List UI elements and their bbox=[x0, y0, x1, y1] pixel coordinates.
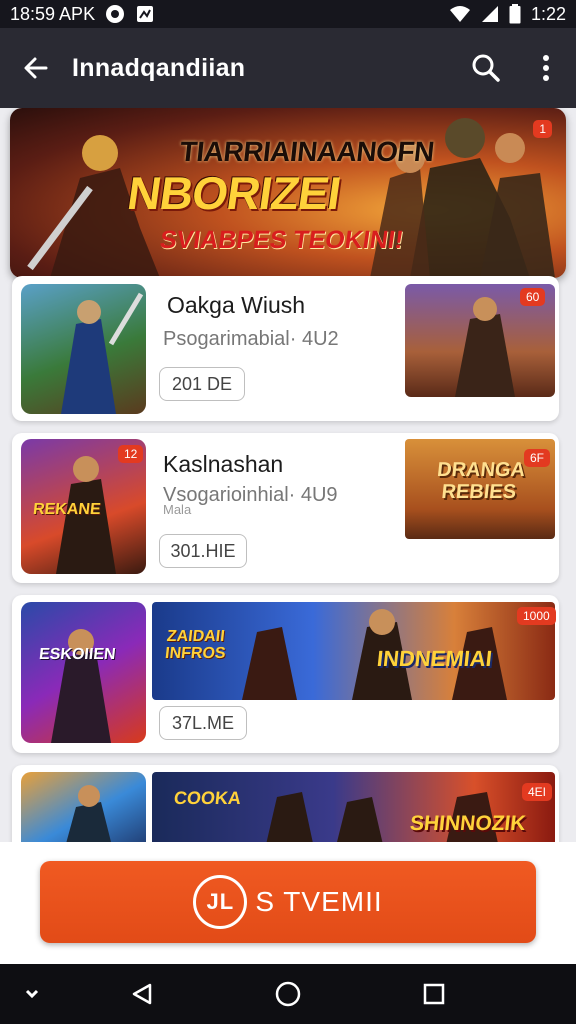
game-thumbnail: ESKOIIEN bbox=[21, 602, 146, 743]
banner-badge: 1 bbox=[533, 120, 552, 138]
nav-hide-keyboard-button[interactable] bbox=[0, 964, 64, 1024]
primary-cta-button[interactable]: JL S TVEMII bbox=[40, 861, 536, 943]
content-list[interactable]: TIARRIAINAANOFN NBORIZEI SVIABPES TEOKIN… bbox=[0, 108, 576, 842]
status-time-right: 1:22 bbox=[530, 3, 566, 24]
banner-title-line2: NBORIZEI bbox=[124, 167, 344, 219]
promo-badge: 1000 bbox=[517, 607, 556, 625]
app-bar: Innadqandiian bbox=[0, 28, 576, 108]
nav-home-button[interactable] bbox=[266, 964, 310, 1024]
game-action-button[interactable]: 301.HIE bbox=[159, 534, 247, 568]
game-thumbnail bbox=[21, 772, 146, 842]
promo-art-text: DRANGA REBIES bbox=[436, 459, 527, 503]
promo-badge: 60 bbox=[520, 288, 546, 306]
more-options-button[interactable] bbox=[516, 28, 576, 108]
triangle-back-icon bbox=[132, 983, 152, 1005]
promo-art-text: COOKA bbox=[173, 788, 243, 808]
nav-back-button[interactable] bbox=[120, 964, 164, 1024]
status-time-left: 18:59 APK bbox=[10, 3, 96, 24]
image-notification-icon bbox=[135, 4, 155, 24]
brand-logo-icon: JL bbox=[193, 875, 248, 929]
chevron-down-icon bbox=[25, 989, 39, 999]
wifi-icon bbox=[449, 5, 471, 23]
game-action-button[interactable]: 37L.ME bbox=[159, 706, 247, 740]
app-notification-icon bbox=[105, 4, 125, 24]
circle-home-icon bbox=[275, 981, 301, 1007]
featured-banner[interactable]: TIARRIAINAANOFN NBORIZEI SVIABPES TEOKIN… bbox=[10, 108, 566, 278]
bottom-action-bar: JL S TVEMII bbox=[0, 842, 576, 964]
promo-art-text: ZAIDAII INFROS bbox=[164, 628, 227, 662]
game-name: Oakga Wiush bbox=[167, 292, 306, 318]
nav-recents-button[interactable] bbox=[412, 964, 456, 1024]
banner-title-line3: SVIABPES TEOKINI! bbox=[158, 226, 406, 254]
cta-label: S TVEMII bbox=[255, 886, 383, 917]
game-action-button[interactable]: 201 DE bbox=[159, 367, 245, 401]
game-thumbnail bbox=[21, 284, 146, 414]
promo-art-text-2: SHINNOZIK bbox=[408, 812, 527, 835]
battery-icon bbox=[509, 4, 521, 24]
search-button[interactable] bbox=[456, 28, 516, 108]
game-subtitle: Psogarimabial· 4U2 bbox=[163, 328, 339, 350]
list-item[interactable]: Oakga Wiush Psogarimabial· 4U2 201 DE 60 bbox=[12, 276, 559, 421]
thumbnail-badge: 12 bbox=[118, 445, 144, 463]
system-navigation-bar bbox=[0, 964, 576, 1024]
game-promo-image: ZAIDAII INFROS INDNEMIAI bbox=[152, 602, 555, 700]
list-item[interactable]: COOKA SHINNOZIK 4EI bbox=[12, 765, 559, 842]
banner-title-line1: TIARRIAINAANOFN bbox=[178, 136, 436, 167]
square-recents-icon bbox=[423, 983, 445, 1005]
game-name: Kaslnashan bbox=[163, 451, 284, 477]
promo-badge: 6F bbox=[524, 449, 551, 467]
arrow-left-icon bbox=[24, 57, 48, 79]
list-item[interactable]: REKANE 12 Kaslnashan Vsogarioinhial· 4U9… bbox=[12, 433, 559, 583]
list-item[interactable]: ESKOIIEN ZAIDAII INFROS INDNEMIAI 1000 3… bbox=[12, 595, 559, 753]
promo-art-text-2: INDNEMIAI bbox=[375, 646, 494, 671]
more-vert-icon bbox=[543, 55, 549, 81]
game-promo-image: COOKA SHINNOZIK bbox=[152, 772, 555, 842]
promo-badge: 4EI bbox=[522, 783, 553, 801]
thumbnail-art-text: ESKOIIEN bbox=[38, 646, 117, 663]
back-button[interactable] bbox=[0, 28, 72, 108]
page-title: Innadqandiian bbox=[72, 53, 246, 82]
search-icon bbox=[472, 54, 500, 82]
game-subtitle-extra: Mala bbox=[163, 502, 192, 517]
thumbnail-art-text: REKANE bbox=[32, 501, 102, 518]
status-bar: 18:59 APK 1:22 bbox=[0, 0, 576, 28]
signal-icon bbox=[481, 5, 499, 23]
